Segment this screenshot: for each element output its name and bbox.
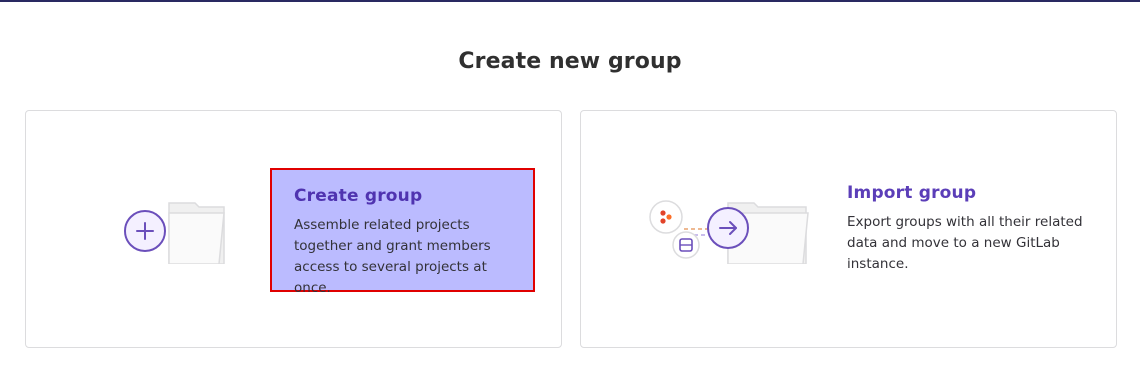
import-group-panel[interactable]: Import group Export groups with all thei… [580, 110, 1117, 348]
create-group-title[interactable]: Create group [294, 186, 519, 206]
create-group-option[interactable]: Create group Assemble related projects t… [270, 168, 535, 296]
import-group-description: Export groups with all their related dat… [847, 214, 1083, 272]
page-title: Create new group [458, 49, 682, 74]
top-nav-bar [0, 0, 1140, 2]
plus-icon [124, 210, 166, 252]
source-nodes-icon [649, 200, 683, 234]
import-group-option[interactable]: Import group Export groups with all thei… [847, 183, 1097, 275]
import-group-illustration [649, 200, 809, 264]
arrow-right-icon [707, 207, 749, 249]
import-group-title[interactable]: Import group [847, 183, 1097, 203]
create-group-description: Assemble related projects together and g… [294, 217, 491, 296]
database-icon [672, 231, 700, 259]
create-group-illustration [124, 202, 225, 264]
create-group-panel[interactable]: Create group Assemble related projects t… [25, 110, 562, 348]
